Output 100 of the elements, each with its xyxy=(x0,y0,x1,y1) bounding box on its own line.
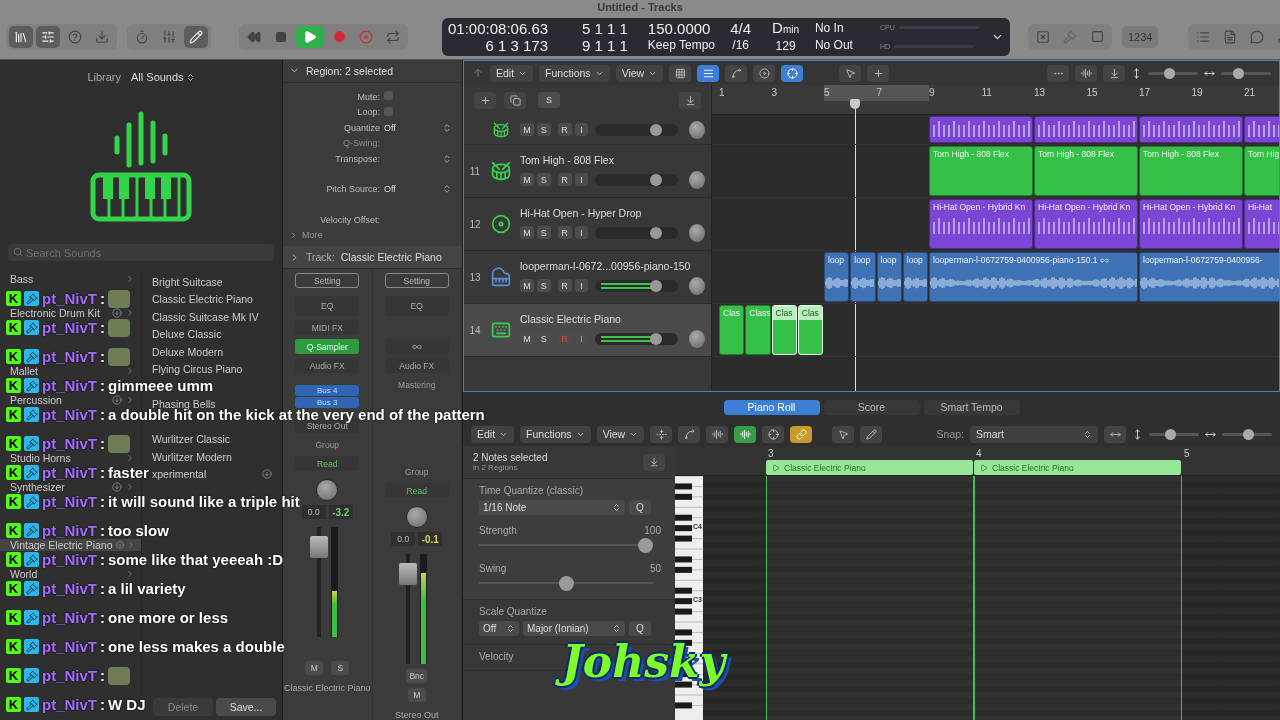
menu-button[interactable]: View xyxy=(615,64,664,82)
pencil-tool-button[interactable] xyxy=(860,425,883,443)
editor-tab[interactable]: Smart Tempo xyxy=(923,399,1020,415)
midi-region[interactable]: Hi-Hat xyxy=(1244,199,1279,249)
audio-region[interactable]: looperman-l-0672759-0400956-piano-150.1 xyxy=(929,252,1138,302)
sound-filter-select[interactable]: All Sounds xyxy=(131,71,195,83)
category-item[interactable]: Percussion xyxy=(0,394,141,406)
automation-mode-button[interactable]: Read xyxy=(295,456,360,471)
volume-slider[interactable] xyxy=(595,226,679,239)
category-item[interactable]: Synthesizer xyxy=(0,481,141,493)
instrument-slot[interactable]: Q-Sampler xyxy=(295,339,360,354)
field-value[interactable]: Off xyxy=(384,122,438,133)
track-toggle-button[interactable]: I xyxy=(574,279,589,292)
sound-item[interactable]: Classic Suitcase Mk IV xyxy=(152,308,272,326)
plus-tool-button[interactable] xyxy=(867,64,890,82)
waveform-zoom-button[interactable] xyxy=(1075,64,1097,82)
category-item[interactable]: Studio Horns xyxy=(0,452,141,464)
fader-handle[interactable] xyxy=(399,562,418,585)
track-toggle-button[interactable]: I xyxy=(574,123,589,136)
tool-button[interactable] xyxy=(650,425,673,443)
category-item[interactable]: Vintage Electric Piano xyxy=(0,539,141,551)
pan-knob[interactable] xyxy=(689,276,705,295)
stepper-icon[interactable] xyxy=(442,122,452,133)
region-section-header[interactable]: Region: 2 selected xyxy=(283,60,462,83)
sound-item[interactable]: Flying Circus Piano xyxy=(152,360,272,378)
tool-button[interactable] xyxy=(669,64,692,82)
pan-knob[interactable] xyxy=(405,506,428,528)
sound-item[interactable]: Deluxe Classic xyxy=(152,325,272,343)
audio-fx-slot[interactable]: Audio FX xyxy=(384,358,449,373)
audio-fx-slot[interactable]: Audio FX xyxy=(295,358,360,373)
volume-thumb[interactable] xyxy=(649,279,662,292)
volume-thumb[interactable] xyxy=(649,123,662,136)
menu-button[interactable]: Edit xyxy=(471,425,515,443)
download-icon[interactable] xyxy=(112,482,122,492)
group-slot[interactable]: Group xyxy=(384,464,449,479)
global-solo-button[interactable]: S xyxy=(538,92,560,108)
editor-tab[interactable]: Piano Roll xyxy=(723,399,820,415)
strip-toggle-button[interactable]: M xyxy=(305,661,324,675)
setting-button[interactable]: Setting xyxy=(384,273,449,288)
slider-thumb[interactable] xyxy=(558,576,574,591)
group-slot[interactable]: Group xyxy=(295,437,360,452)
midi-region[interactable]: Hi-Hat Open - Hybrid Kn xyxy=(929,199,1033,249)
view-button[interactable] xyxy=(9,25,33,48)
category-item[interactable]: World xyxy=(0,568,141,580)
track-toggle-button[interactable]: R xyxy=(557,279,572,292)
more-toggle[interactable]: More xyxy=(302,230,323,241)
menu-button[interactable]: Edit xyxy=(490,64,534,82)
eq-button[interactable]: EQ xyxy=(295,296,360,316)
region-header[interactable]: Classic Electric Piano xyxy=(974,460,1181,475)
slider-thumb[interactable] xyxy=(638,538,653,553)
stepper-icon[interactable] xyxy=(442,184,452,194)
download-icon[interactable] xyxy=(112,395,122,405)
audio-region[interactable]: loop xyxy=(850,252,876,302)
quantize-button[interactable]: Q xyxy=(629,500,651,515)
volume-slider[interactable] xyxy=(595,332,679,345)
automation-mode-button[interactable]: Read xyxy=(384,483,449,498)
audio-region[interactable]: loop xyxy=(902,252,928,302)
stepper-icon[interactable] xyxy=(442,153,452,164)
tool-button[interactable] xyxy=(697,64,720,82)
track-toggle-button[interactable]: I xyxy=(574,226,589,239)
checkbox[interactable] xyxy=(384,106,393,116)
audio-region[interactable]: looperman-l-0672759-0400956- xyxy=(1139,252,1279,302)
duplicate-track-button[interactable] xyxy=(504,91,526,109)
category-item[interactable]: Bass xyxy=(0,273,141,285)
setting-button[interactable]: Setting xyxy=(295,273,360,288)
pattern-region[interactable]: Clas xyxy=(771,305,797,355)
field-value[interactable]: Off xyxy=(384,184,438,194)
volume-slider[interactable] xyxy=(595,279,679,292)
sound-item[interactable]: Bright Suitcase xyxy=(152,273,272,291)
pointer-tool-button[interactable] xyxy=(832,425,855,443)
category-item[interactable]: Mallet xyxy=(0,365,141,377)
snap-select[interactable]: Smart xyxy=(970,425,1098,443)
track-toggle-button[interactable]: S xyxy=(536,173,551,186)
fader-handle[interactable] xyxy=(309,535,328,558)
region-header[interactable]: Classic Electric Piano xyxy=(766,460,973,475)
track-section-header[interactable]: Track: Classic Electric Piano xyxy=(283,246,462,269)
tool-button[interactable] xyxy=(678,425,701,443)
library-button[interactable]: Save... xyxy=(216,698,276,716)
volume-thumb[interactable] xyxy=(649,226,662,239)
track-toggle-button[interactable]: R xyxy=(557,123,572,136)
volume-thumb[interactable] xyxy=(649,173,662,186)
strip-toggle-button[interactable]: M xyxy=(407,688,426,702)
midi-region[interactable]: Hi-Hat Open - Hybrid Kn xyxy=(1139,199,1243,249)
track-toggle-button[interactable]: M xyxy=(520,279,534,292)
checkbox[interactable] xyxy=(384,91,393,100)
volume-thumb[interactable] xyxy=(649,332,662,345)
track-toggle-button[interactable]: M xyxy=(520,173,534,186)
audio-region[interactable]: loop xyxy=(824,252,850,302)
track-toggle-button[interactable]: R xyxy=(557,173,572,186)
add-track-button[interactable] xyxy=(474,91,496,109)
tool-button[interactable] xyxy=(762,425,785,443)
scale-mode-select[interactable]: Off xyxy=(479,621,519,636)
midi-fx-slot[interactable]: MIDI FX xyxy=(295,320,360,335)
tool-button[interactable] xyxy=(184,25,208,48)
bounce-button[interactable]: Bnc xyxy=(406,669,428,683)
track-toggle-button[interactable]: M xyxy=(520,226,534,239)
track-toggle-button[interactable]: I xyxy=(574,173,589,186)
tool-button[interactable] xyxy=(706,425,729,443)
track-toggle-button[interactable]: M xyxy=(520,123,534,136)
menu-button[interactable]: View xyxy=(596,425,645,443)
